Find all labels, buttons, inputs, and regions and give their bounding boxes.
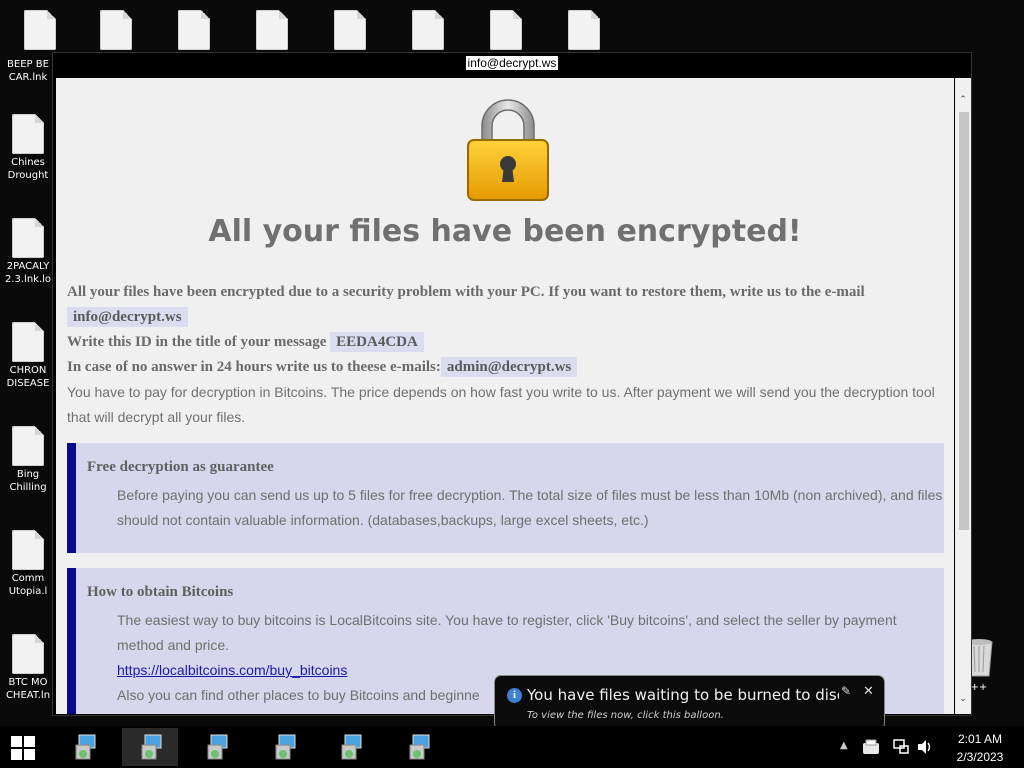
- desktop-file-icon[interactable]: [322, 10, 378, 52]
- desktop-shortcut-label: Comm: [11, 573, 45, 584]
- taskbar-app-button[interactable]: [322, 728, 378, 766]
- scrollbar-thumb[interactable]: [959, 112, 969, 530]
- installer-icon: [75, 734, 96, 760]
- windows-start-icon[interactable]: [10, 735, 36, 761]
- victim-id[interactable]: EEDA4CDA: [330, 332, 424, 352]
- system-clock[interactable]: 2:01 AM 2/3/2023: [940, 730, 1020, 766]
- desktop-shortcut[interactable]: Comm Utopia.l: [0, 530, 56, 598]
- taskbar-app-button[interactable]: [56, 728, 112, 766]
- disc-burner-icon[interactable]: [862, 738, 880, 756]
- guarantee-title: Free decryption as guarantee: [87, 459, 274, 475]
- taskbar-app-button[interactable]: [256, 728, 312, 766]
- ransom-content: All your files have been encrypted! All …: [56, 78, 954, 714]
- desktop-shortcut-label: Bing: [16, 469, 40, 480]
- file-icon: [12, 218, 44, 258]
- installer-icon: [141, 734, 162, 760]
- info-icon: i: [507, 688, 522, 703]
- desktop-shortcut-label: 2.3.lnk.lo: [4, 274, 52, 285]
- backup-email[interactable]: admin@decrypt.ws: [440, 357, 578, 377]
- window-title: info@decrypt.ws: [465, 56, 559, 70]
- contact-email[interactable]: info@decrypt.ws: [67, 307, 188, 327]
- scroll-up-icon[interactable]: ⌃: [958, 95, 968, 105]
- desktop-file-icon[interactable]: [12, 10, 68, 52]
- clock-date: 2/3/2023: [956, 750, 1004, 764]
- desktop-shortcut-label: BEEP BE: [7, 59, 49, 70]
- no-answer-text: In case of no answer in 24 hours write u…: [67, 359, 441, 375]
- desktop-shortcut-label: CAR.lnk: [8, 72, 48, 83]
- options-icon[interactable]: ✎: [841, 684, 851, 698]
- balloon-subtitle: To view the files now, click this balloo…: [527, 710, 724, 721]
- balloon-title: You have files waiting to be burned to d…: [527, 686, 839, 704]
- desktop-file-icon[interactable]: [244, 10, 300, 52]
- vertical-scrollbar[interactable]: ⌃ ⌄: [955, 78, 971, 714]
- guarantee-text: Before paying you can send us up to 5 fi…: [117, 487, 943, 528]
- desktop-shortcut[interactable]: 2PACALY 2.3.lnk.lo: [0, 218, 56, 286]
- intro-text: All your files have been encrypted due t…: [67, 284, 865, 300]
- desktop-shortcut[interactable]: BTC MO CHEAT.ln: [0, 634, 56, 702]
- desktop-file-icon[interactable]: [166, 10, 222, 52]
- page-title: All your files have been encrypted!: [208, 214, 802, 249]
- file-icon: [12, 530, 44, 570]
- clock-time: 2:01 AM: [957, 732, 1003, 746]
- title-bar[interactable]: info@decrypt.ws: [53, 53, 971, 73]
- taskbar: ▲ 2:01 AM 2/3/2023: [0, 726, 1024, 768]
- taskbar-app-button[interactable]: [390, 728, 446, 766]
- desktop-shortcut-label: Drought: [7, 170, 49, 181]
- volume-icon[interactable]: [916, 738, 934, 756]
- installer-icon: [341, 734, 362, 760]
- payment-paragraph: You have to pay for decryption in Bitcoi…: [67, 384, 935, 425]
- file-icon: [12, 114, 44, 154]
- desktop-shortcut[interactable]: Bing Chilling: [0, 426, 56, 494]
- bitcoin-title: How to obtain Bitcoins: [87, 584, 234, 600]
- desktop-file-icon[interactable]: [88, 10, 144, 52]
- desktop-shortcut-label: Utopia.l: [8, 586, 48, 597]
- notification-balloon[interactable]: i You have files waiting to be burned to…: [494, 675, 885, 738]
- scroll-down-icon[interactable]: ⌄: [958, 694, 968, 704]
- desktop-shortcut-label: DISEASE: [6, 378, 50, 389]
- installer-icon: [207, 734, 228, 760]
- installer-icon: [409, 734, 430, 760]
- close-icon[interactable]: ✕: [863, 684, 874, 699]
- taskbar-app-button[interactable]: [122, 728, 178, 766]
- installer-icon: [275, 734, 296, 760]
- network-icon[interactable]: [892, 738, 910, 756]
- bitcoin-instructions: The easiest way to buy bitcoins is Local…: [117, 612, 897, 653]
- desktop-shortcut-label: CHEAT.ln: [5, 690, 51, 701]
- desktop-shortcut-label: BTC MO: [8, 677, 48, 688]
- desktop-shortcut-label: 2PACALY: [6, 261, 50, 272]
- bitcoin-other-places: Also you can find other places to buy Bi…: [117, 687, 480, 703]
- intro-paragraph: All your files have been encrypted due t…: [67, 280, 947, 380]
- desktop-file-icon[interactable]: [478, 10, 534, 52]
- file-icon: [12, 322, 44, 362]
- desktop-shortcut[interactable]: CHRON DISEASE: [0, 322, 56, 390]
- ransom-note-window: info@decrypt.ws All your files have been…: [52, 52, 972, 716]
- file-icon: [12, 426, 44, 466]
- desktop-shortcut-label: Chines: [11, 157, 45, 168]
- id-instruction-text: Write this ID in the title of your messa…: [67, 334, 327, 350]
- localbitcoins-link[interactable]: https://localbitcoins.com/buy_bitcoins: [117, 662, 347, 678]
- desktop-file-icon[interactable]: [400, 10, 456, 52]
- padlock-icon: [467, 99, 549, 201]
- desktop-shortcut[interactable]: Chines Drought: [0, 114, 56, 182]
- guarantee-box: Free decryption as guarantee Before payi…: [67, 443, 944, 553]
- desktop-shortcut[interactable]: BEEP BE CAR.lnk: [0, 58, 56, 84]
- taskbar-app-button[interactable]: [188, 728, 244, 766]
- desktop-shortcut-label: Chilling: [9, 482, 47, 493]
- file-icon: [12, 634, 44, 674]
- desktop-shortcut-label: CHRON: [9, 365, 47, 376]
- desktop-file-icon[interactable]: [556, 10, 612, 52]
